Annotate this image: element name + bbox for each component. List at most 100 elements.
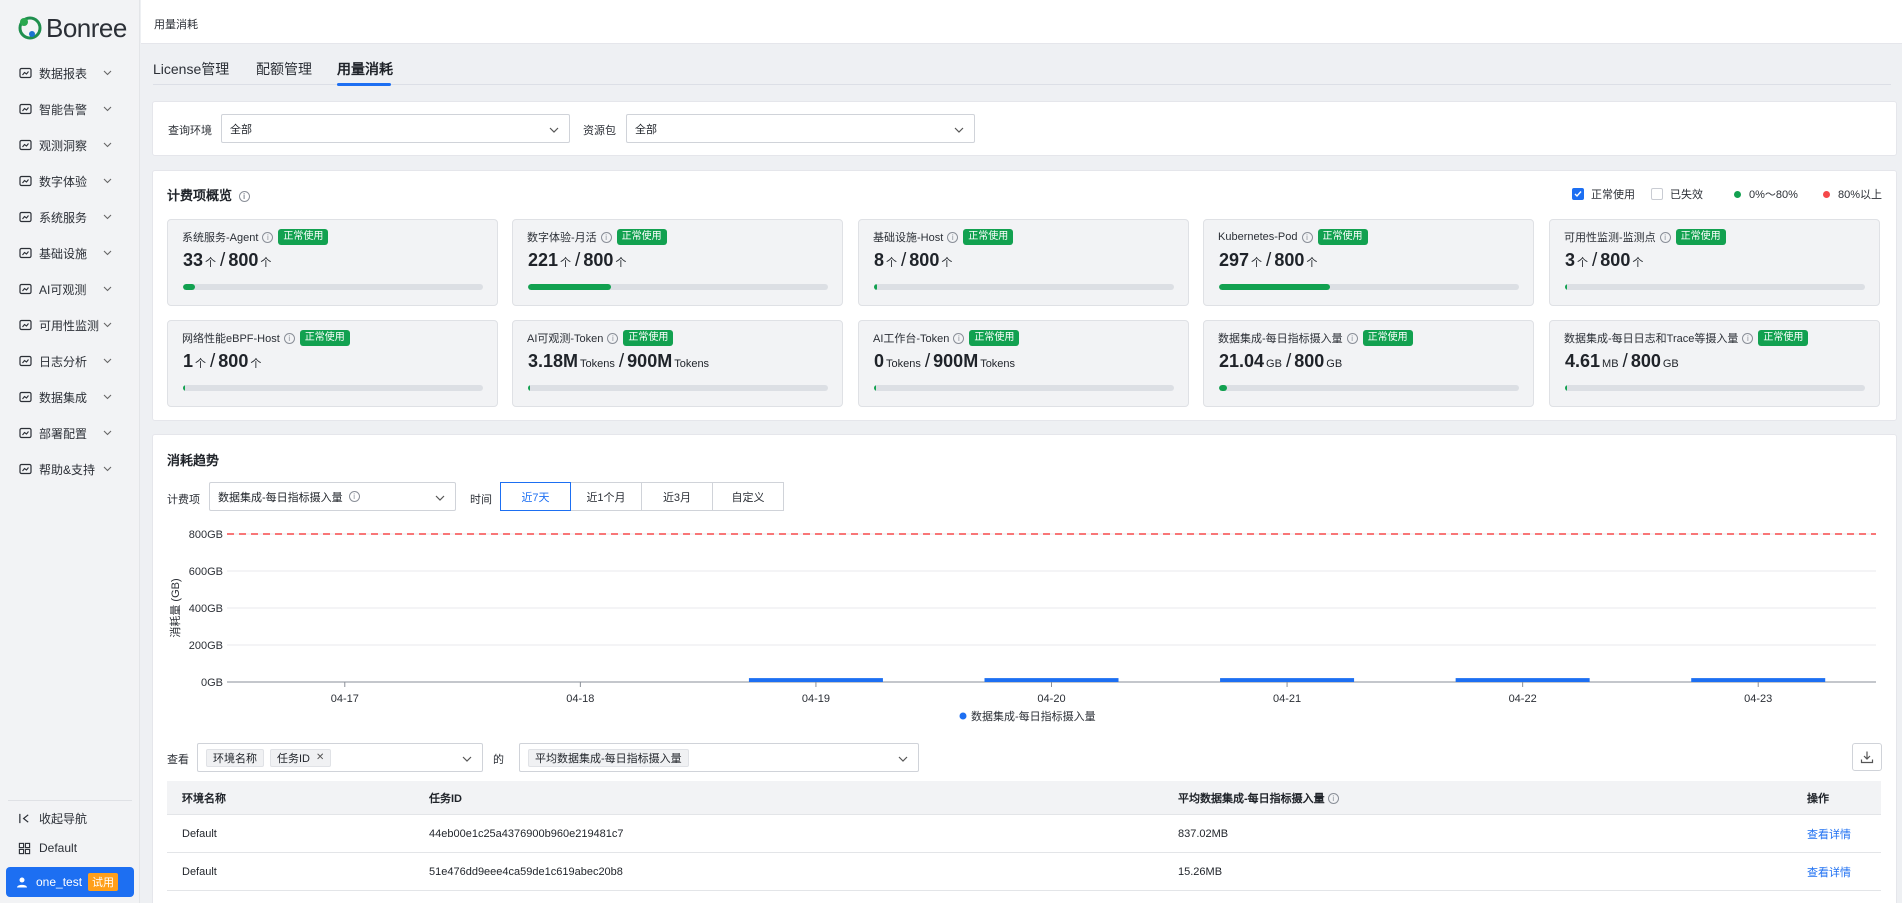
digital-experience-icon (19, 175, 32, 186)
info-icon[interactable]: i (1742, 332, 1754, 344)
billing-item-card[interactable]: 数字体验-月活 i 正常使用 221 个/800 个 (512, 219, 843, 306)
sidebar-item[interactable]: 数字体验 (0, 163, 140, 199)
dimension-select[interactable]: 环境名称 任务ID ✕ (197, 743, 483, 772)
pkg-select[interactable]: 全部 (626, 114, 975, 143)
info-icon[interactable]: i (947, 231, 959, 243)
info-icon[interactable]: i (238, 191, 250, 203)
legend-label: 数据集成-每日指标摄入量 (971, 709, 1096, 723)
card-name: 数字体验-月活 (527, 232, 597, 244)
download-button[interactable] (1852, 743, 1882, 771)
time-7d-button[interactable]: 近7天 (500, 482, 571, 511)
usage-progress-bar (528, 385, 828, 391)
usage-progress-fill (1219, 284, 1331, 290)
billing-item-card[interactable]: Kubernetes-Pod i 正常使用 297 个/800 个 (1203, 219, 1534, 306)
billing-item-card[interactable]: 系统服务-Agent i 正常使用 33 个/800 个 (167, 219, 498, 306)
chevron-down-icon (103, 250, 112, 256)
sidebar-item-label: 数据集成 (39, 390, 88, 405)
workspace-switcher[interactable]: Default (0, 833, 140, 863)
time-1m-button[interactable]: 近1个月 (570, 482, 642, 511)
sidebar-item[interactable]: 可用性监测 (0, 307, 140, 343)
sidebar-item[interactable]: 数据报表 (0, 55, 140, 91)
normal-checkbox[interactable] (1572, 188, 1584, 200)
card-name: 数据集成-每日指标摄入量 (1218, 333, 1343, 345)
chevron-down-icon (103, 322, 112, 328)
info-icon[interactable]: i (348, 491, 360, 502)
download-icon (1860, 751, 1874, 764)
brand-logo[interactable]: Bonree (16, 13, 127, 43)
billing-item-card[interactable]: 网络性能eBPF-Host i 正常使用 1 个/800 个 (167, 320, 498, 407)
view-details-link[interactable]: 查看详情 (1807, 826, 1851, 842)
separator: / (1622, 351, 1628, 372)
time-3m-button[interactable]: 近3月 (641, 482, 713, 511)
page-title: 用量消耗 (154, 19, 198, 31)
used-value: 8 (874, 250, 885, 270)
sidebar-item[interactable]: 帮助&支持 (0, 451, 140, 487)
total-unit: 个 (1632, 257, 1644, 269)
sidebar-item[interactable]: 系统服务 (0, 199, 140, 235)
card-usage: 297 个/800 个 (1219, 250, 1320, 272)
info-icon[interactable]: i (1659, 231, 1671, 243)
info-icon[interactable]: i (953, 332, 965, 344)
report-chart-icon (19, 67, 32, 78)
table-row: Default 51e476dd9eee4ca59de1c619abec20b8… (167, 853, 1881, 891)
billing-item-card[interactable]: AI可观测-Token i 正常使用 3.18M Tokens/900M Tokens (512, 320, 843, 407)
sidebar-item[interactable]: 日志分析 (0, 343, 140, 379)
sidebar-item[interactable]: 部署配置 (0, 415, 140, 451)
time-range-selector: 近7天 近1个月 近3月 自定义 (500, 482, 784, 511)
billing-item-card[interactable]: 数据集成-每日指标摄入量 i 正常使用 21.04 GB/800 GB (1203, 320, 1534, 407)
metric-select[interactable]: 平均数据集成-每日指标摄入量 (519, 743, 919, 772)
info-icon[interactable]: i (1346, 332, 1358, 344)
sidebar-item[interactable]: 观测洞察 (0, 127, 140, 163)
billing-item-card[interactable]: 数据集成-每日日志和Trace等摄入量 i 正常使用 4.61 MB/800 GB (1549, 320, 1880, 407)
expired-checkbox[interactable] (1651, 188, 1663, 200)
sidebar-item[interactable]: 基础设施 (0, 235, 140, 271)
card-title: 数字体验-月活 i 正常使用 (527, 229, 667, 245)
total-value: 800 (583, 250, 614, 270)
info-icon[interactable]: i (283, 332, 295, 344)
user-account-button[interactable]: one_test 试用 (6, 867, 134, 897)
used-unit: Tokens (580, 358, 615, 370)
billing-item-card[interactable]: 可用性监测-监测点 i 正常使用 3 个/800 个 (1549, 219, 1880, 306)
remove-tag-icon[interactable]: ✕ (316, 752, 324, 763)
info-icon[interactable]: i (1301, 231, 1313, 243)
card-usage: 8 个/800 个 (874, 250, 955, 272)
used-unit: 个 (886, 257, 898, 269)
used-value: 221 (528, 250, 559, 270)
tab-quota[interactable]: 配额管理 (256, 59, 312, 79)
cell-env: Default (182, 827, 217, 840)
legend-normal[interactable]: 正常使用 (1572, 186, 1635, 202)
billing-item-card[interactable]: 基础设施-Host i 正常使用 8 个/800 个 (858, 219, 1189, 306)
sidebar-item[interactable]: AI可观测 (0, 271, 140, 307)
x-tick-label: 04-22 (1509, 693, 1537, 705)
tab-usage[interactable]: 用量消耗 (337, 59, 393, 79)
usage-progress-bar (874, 284, 1174, 290)
log-analysis-icon (19, 355, 32, 366)
usage-progress-fill (528, 385, 531, 391)
sidebar-item-label: AI可观测 (39, 282, 87, 297)
info-icon[interactable]: i (600, 231, 612, 243)
checkmark-icon (1574, 191, 1582, 198)
sidebar-item[interactable]: 智能告警 (0, 91, 140, 127)
sidebar-item[interactable]: 数据集成 (0, 379, 140, 415)
info-icon[interactable]: i (607, 332, 619, 344)
item-select[interactable]: 数据集成-每日指标摄入量 i (209, 482, 456, 511)
tab-license[interactable]: License管理 (153, 59, 229, 79)
time-custom-button[interactable]: 自定义 (712, 482, 784, 511)
collapse-nav-button[interactable]: 收起导航 (0, 803, 140, 833)
info-icon[interactable]: i (1327, 793, 1339, 805)
view-details-link[interactable]: 查看详情 (1807, 864, 1851, 880)
sidebar-item-label: 智能告警 (39, 102, 88, 117)
wrench-icon (19, 427, 32, 438)
cell-avg-value: 837.02MB (1178, 827, 1229, 840)
env-select[interactable]: 全部 (221, 114, 570, 143)
view-label: 查看 (167, 754, 189, 766)
used-value: 21.04 (1219, 351, 1265, 371)
separator: / (1285, 351, 1292, 372)
info-icon[interactable]: i (262, 231, 274, 243)
usage-progress-bar (874, 385, 1174, 391)
usage-progress-fill (1565, 284, 1568, 290)
billing-item-card[interactable]: AI工作台-Token i 正常使用 0 Tokens/900M Tokens (858, 320, 1189, 407)
usage-progress-fill (183, 385, 186, 391)
data-bar (748, 678, 883, 682)
legend-expired[interactable]: 已失效 (1651, 186, 1703, 202)
